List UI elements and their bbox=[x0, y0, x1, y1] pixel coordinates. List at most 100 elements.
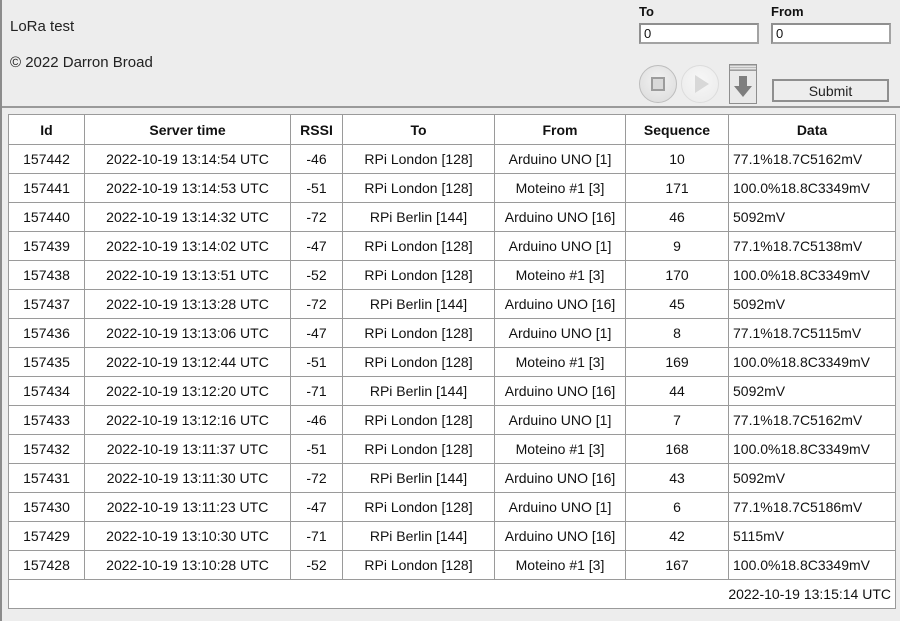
cell-from: Arduino UNO [1] bbox=[494, 318, 626, 348]
cell-data: 5092mV bbox=[728, 289, 896, 319]
cell-id: 157430 bbox=[8, 492, 85, 522]
title-block: LoRa test © 2022 Darron Broad bbox=[10, 18, 153, 72]
cell-from: Moteino #1 [3] bbox=[494, 173, 626, 203]
table-row[interactable]: 157440 2022-10-19 13:14:32 UTC -72 RPi Berl… bbox=[8, 202, 896, 232]
cell-servertime: 2022-10-19 13:13:28 UTC bbox=[84, 289, 291, 319]
table-row[interactable]: 157436 2022-10-19 13:13:06 UTC -47 RPi Lond… bbox=[8, 318, 896, 348]
cell-data: 77.1%18.7C5186mV bbox=[728, 492, 896, 522]
table-row[interactable]: 157430 2022-10-19 13:11:23 UTC -47 RPi Lond… bbox=[8, 492, 896, 522]
cell-servertime: 2022-10-19 13:10:28 UTC bbox=[84, 550, 291, 580]
cell-from: Moteino #1 [3] bbox=[494, 347, 626, 377]
cell-servertime: 2022-10-19 13:14:02 UTC bbox=[84, 231, 291, 261]
cell-data: 100.0%18.8C3349mV bbox=[728, 434, 896, 464]
column-header-from[interactable]: From bbox=[494, 114, 626, 145]
column-header-sequence[interactable]: Sequence bbox=[625, 114, 729, 145]
from-input[interactable] bbox=[771, 23, 891, 44]
column-header-servertime[interactable]: Server time bbox=[84, 114, 291, 145]
cell-sequence: 43 bbox=[625, 463, 729, 493]
stop-button[interactable] bbox=[639, 65, 677, 103]
cell-to: RPi Berlin [144] bbox=[342, 289, 495, 319]
page-title: LoRa test bbox=[10, 18, 75, 35]
cell-from: Arduino UNO [16] bbox=[494, 202, 626, 232]
cell-rssi: -51 bbox=[290, 173, 343, 203]
cell-sequence: 45 bbox=[625, 289, 729, 319]
cell-to: RPi Berlin [144] bbox=[342, 376, 495, 406]
cell-sequence: 170 bbox=[625, 260, 729, 290]
cell-rssi: -47 bbox=[290, 318, 343, 348]
cell-from: Moteino #1 [3] bbox=[494, 550, 626, 580]
cell-id: 157438 bbox=[8, 260, 85, 290]
cell-sequence: 44 bbox=[625, 376, 729, 406]
cell-to: RPi London [128] bbox=[342, 347, 495, 377]
cell-id: 157428 bbox=[8, 550, 85, 580]
log-table-body: 157442 2022-10-19 13:14:54 UTC -46 RPi Lond… bbox=[8, 144, 896, 580]
cell-rssi: -47 bbox=[290, 492, 343, 522]
cell-data: 100.0%18.8C3349mV bbox=[728, 347, 896, 377]
cell-from: Arduino UNO [16] bbox=[494, 376, 626, 406]
cell-sequence: 10 bbox=[625, 144, 729, 174]
cell-sequence: 46 bbox=[625, 202, 729, 232]
column-header-to[interactable]: To bbox=[342, 114, 495, 145]
cell-data: 5092mV bbox=[728, 376, 896, 406]
cell-sequence: 8 bbox=[625, 318, 729, 348]
cell-id: 157442 bbox=[8, 144, 85, 174]
cell-sequence: 9 bbox=[625, 231, 729, 261]
cell-servertime: 2022-10-19 13:14:32 UTC bbox=[84, 202, 291, 232]
cell-servertime: 2022-10-19 13:14:53 UTC bbox=[84, 173, 291, 203]
cell-to: RPi London [128] bbox=[342, 550, 495, 580]
table-row[interactable]: 157428 2022-10-19 13:10:28 UTC -52 RPi Lond… bbox=[8, 550, 896, 580]
table-row[interactable]: 157441 2022-10-19 13:14:53 UTC -51 RPi Lond… bbox=[8, 173, 896, 203]
play-button[interactable] bbox=[681, 65, 719, 103]
table-footer-row: 2022-10-19 13:15:14 UTC bbox=[8, 579, 896, 609]
table-row[interactable]: 157433 2022-10-19 13:12:16 UTC -46 RPi Lond… bbox=[8, 405, 896, 435]
cell-id: 157440 bbox=[8, 202, 85, 232]
cell-id: 157439 bbox=[8, 231, 85, 261]
cell-to: RPi London [128] bbox=[342, 405, 495, 435]
cell-sequence: 167 bbox=[625, 550, 729, 580]
table-row[interactable]: 157429 2022-10-19 13:10:30 UTC -71 RPi Berl… bbox=[8, 521, 896, 551]
table-row[interactable]: 157435 2022-10-19 13:12:44 UTC -51 RPi Lond… bbox=[8, 347, 896, 377]
page-header: LoRa test © 2022 Darron Broad To From bbox=[2, 0, 900, 108]
download-button[interactable] bbox=[729, 64, 757, 104]
cell-servertime: 2022-10-19 13:11:37 UTC bbox=[84, 434, 291, 464]
cell-rssi: -72 bbox=[290, 289, 343, 319]
cell-servertime: 2022-10-19 13:13:51 UTC bbox=[84, 260, 291, 290]
cell-id: 157441 bbox=[8, 173, 85, 203]
table-row[interactable]: 157434 2022-10-19 13:12:20 UTC -71 RPi Berl… bbox=[8, 376, 896, 406]
cell-data: 5115mV bbox=[728, 521, 896, 551]
table-row[interactable]: 157432 2022-10-19 13:11:37 UTC -51 RPi Lond… bbox=[8, 434, 896, 464]
table-row[interactable]: 157439 2022-10-19 13:14:02 UTC -47 RPi Lond… bbox=[8, 231, 896, 261]
table-row[interactable]: 157431 2022-10-19 13:11:30 UTC -72 RPi Berl… bbox=[8, 463, 896, 493]
column-header-id[interactable]: Id bbox=[8, 114, 85, 145]
cell-sequence: 168 bbox=[625, 434, 729, 464]
cell-rssi: -47 bbox=[290, 231, 343, 261]
column-header-data[interactable]: Data bbox=[728, 114, 896, 145]
submit-button[interactable]: Submit bbox=[772, 79, 889, 102]
table-row[interactable]: 157437 2022-10-19 13:13:28 UTC -72 RPi Berl… bbox=[8, 289, 896, 319]
download-titlebar-icon bbox=[730, 65, 756, 71]
cell-servertime: 2022-10-19 13:10:30 UTC bbox=[84, 521, 291, 551]
cell-to: RPi Berlin [144] bbox=[342, 521, 495, 551]
download-icon bbox=[734, 76, 752, 100]
log-table-head: Id Server time RSSI To From Sequence Dat… bbox=[8, 114, 896, 145]
to-field-group: To bbox=[639, 4, 759, 44]
cell-servertime: 2022-10-19 13:12:20 UTC bbox=[84, 376, 291, 406]
table-row[interactable]: 157442 2022-10-19 13:14:54 UTC -46 RPi Lond… bbox=[8, 144, 896, 174]
cell-to: RPi London [128] bbox=[342, 318, 495, 348]
log-table: Id Server time RSSI To From Sequence Dat… bbox=[8, 114, 896, 609]
cell-data: 5092mV bbox=[728, 202, 896, 232]
log-table-container: Id Server time RSSI To From Sequence Dat… bbox=[2, 108, 900, 609]
stop-icon bbox=[651, 77, 665, 91]
cell-sequence: 42 bbox=[625, 521, 729, 551]
to-input[interactable] bbox=[639, 23, 759, 44]
table-row[interactable]: 157438 2022-10-19 13:13:51 UTC -52 RPi Lond… bbox=[8, 260, 896, 290]
cell-rssi: -52 bbox=[290, 550, 343, 580]
cell-id: 157432 bbox=[8, 434, 85, 464]
cell-rssi: -46 bbox=[290, 144, 343, 174]
cell-sequence: 171 bbox=[625, 173, 729, 203]
cell-data: 77.1%18.7C5162mV bbox=[728, 144, 896, 174]
column-header-rssi[interactable]: RSSI bbox=[290, 114, 343, 145]
cell-to: RPi London [128] bbox=[342, 492, 495, 522]
cell-servertime: 2022-10-19 13:12:44 UTC bbox=[84, 347, 291, 377]
cell-rssi: -71 bbox=[290, 521, 343, 551]
